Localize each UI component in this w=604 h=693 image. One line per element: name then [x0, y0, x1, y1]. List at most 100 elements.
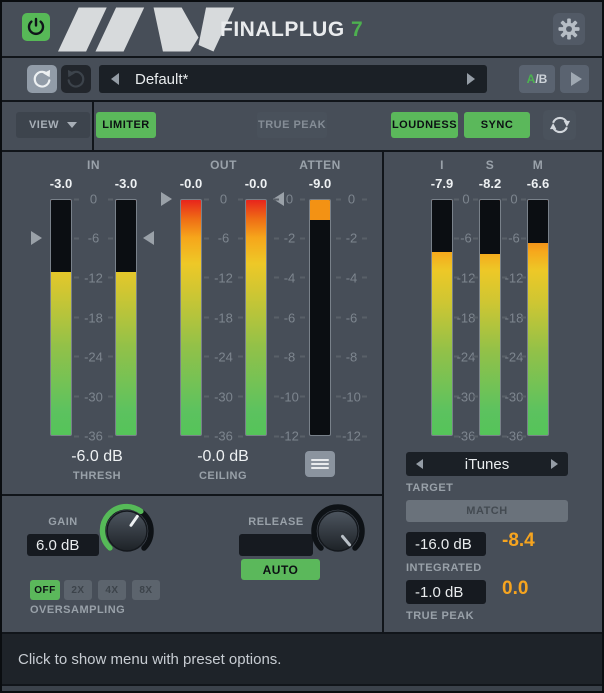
- status-bar: Click to show menu with preset options.: [2, 634, 602, 684]
- release-value-field[interactable]: [239, 534, 313, 556]
- scale-tick: -8: [274, 349, 305, 364]
- scale-tick: -30: [204, 389, 243, 404]
- limiter-toggle-button[interactable]: LIMITER: [96, 112, 156, 138]
- scale-tick: 0: [336, 192, 367, 207]
- thresh-marker-right-icon[interactable]: [143, 231, 154, 245]
- hamburger-icon: [305, 459, 335, 469]
- scale-tick: -18: [454, 310, 478, 325]
- ceiling-marker-left-icon[interactable]: [161, 192, 172, 206]
- lufs-i-value: -7.9: [417, 176, 467, 191]
- scale-tick: -6: [204, 231, 243, 246]
- plugin-version: 7: [351, 18, 363, 41]
- in-meter-left-bar: [50, 199, 72, 436]
- atten-peak-value: -9.0: [295, 176, 345, 191]
- out-peak-right: -0.0: [231, 176, 281, 191]
- ceiling-marker-left[interactable]: [161, 199, 174, 436]
- preset-name: Default*: [135, 71, 188, 88]
- undo-button[interactable]: [27, 65, 57, 93]
- true-peak-label: TRUE PEAK: [258, 119, 326, 131]
- ceiling-value-field[interactable]: -0.0 dB: [168, 448, 278, 466]
- scale-tick: 0: [274, 192, 305, 207]
- auto-release-button[interactable]: AUTO: [241, 559, 320, 580]
- out-meter-title: OUT: [180, 158, 267, 172]
- thresh-label: THRESH: [42, 470, 152, 482]
- scale-tick: -30: [502, 389, 526, 404]
- in-peak-right: -3.0: [101, 176, 151, 191]
- atten-scale-left: 0-2-4-6-8-10-12: [274, 199, 305, 436]
- view-dropdown[interactable]: VIEW: [16, 112, 90, 138]
- scale-tick: -24: [502, 349, 526, 364]
- refresh-icon: [549, 114, 571, 136]
- scale-tick: -30: [454, 389, 478, 404]
- oversampling-off-button[interactable]: OFF: [30, 580, 60, 600]
- loudness-toggle-button[interactable]: LOUDNESS: [391, 112, 458, 138]
- atten-menu-button[interactable]: [305, 451, 335, 477]
- scale-tick: -4: [274, 270, 305, 285]
- scale-tick: -2: [274, 231, 305, 246]
- oversampling-4x-button[interactable]: 4X: [98, 580, 126, 600]
- settings-button[interactable]: [553, 13, 585, 45]
- scale-tick: -36: [204, 429, 243, 444]
- oversampling-8x-button[interactable]: 8X: [132, 580, 160, 600]
- thresh-value-field[interactable]: -6.0 dB: [42, 448, 152, 466]
- chevron-down-icon: [67, 122, 77, 128]
- scale-tick: -36: [74, 429, 113, 444]
- thresh-marker-left[interactable]: [31, 199, 44, 436]
- true-peak-readout: 0.0: [502, 578, 572, 600]
- scale-tick: -30: [74, 389, 113, 404]
- oversampling-8x-label: 8X: [139, 585, 152, 596]
- scale-tick: -18: [74, 310, 113, 325]
- reset-meters-button[interactable]: [543, 110, 576, 140]
- oversampling-4x-label: 4X: [105, 585, 118, 596]
- true-peak-label: TRUE PEAK: [406, 610, 474, 622]
- auto-label: AUTO: [263, 563, 299, 577]
- match-button[interactable]: MATCH: [406, 500, 568, 522]
- gain-knob[interactable]: [95, 499, 159, 563]
- match-label: MATCH: [466, 505, 507, 517]
- true-peak-toggle-button[interactable]: TRUE PEAK: [257, 112, 327, 138]
- lufs-m-bar: [527, 199, 549, 436]
- play-preview-button[interactable]: [560, 65, 589, 93]
- true-peak-target-field[interactable]: -1.0 dB: [406, 580, 486, 604]
- atten-meter-title: ATTEN: [282, 158, 358, 172]
- release-knob[interactable]: [306, 499, 370, 563]
- oversampling-2x-button[interactable]: 2X: [64, 580, 92, 600]
- target-selector[interactable]: iTunes: [406, 452, 568, 476]
- scale-tick: -12: [74, 270, 113, 285]
- lufs-s-title: S: [465, 158, 515, 172]
- sync-toggle-button[interactable]: SYNC: [464, 112, 530, 138]
- scale-tick: -6: [502, 231, 526, 246]
- scale-tick: -24: [454, 349, 478, 364]
- target-next-icon[interactable]: [551, 459, 558, 469]
- integrated-label: INTEGRATED: [406, 562, 482, 574]
- power-icon: [26, 17, 46, 37]
- preset-prev-icon[interactable]: [111, 73, 119, 85]
- power-button[interactable]: [22, 13, 50, 41]
- scale-tick: -6: [454, 231, 478, 246]
- preset-selector[interactable]: Default*: [99, 65, 487, 93]
- thresh-marker-left-icon[interactable]: [31, 231, 42, 245]
- preset-next-icon[interactable]: [467, 73, 475, 85]
- header-bar: FINALPLUG 7: [2, 2, 602, 56]
- view-label: VIEW: [29, 119, 59, 131]
- integrated-readout: -8.4: [502, 530, 572, 552]
- out-meter-right-bar: [245, 199, 267, 436]
- target-prev-icon[interactable]: [416, 459, 423, 469]
- redo-button[interactable]: [61, 65, 91, 93]
- scale-tick: -12: [274, 429, 305, 444]
- scale-tick: -18: [502, 310, 526, 325]
- in-peak-left: -3.0: [36, 176, 86, 191]
- oversampling-off-label: OFF: [34, 585, 56, 596]
- integrated-target-field[interactable]: -16.0 dB: [406, 532, 486, 556]
- scale-tick: -36: [454, 429, 478, 444]
- redo-icon: [65, 68, 87, 90]
- gain-value-field[interactable]: 6.0 dB: [27, 534, 99, 556]
- scale-tick: -10: [274, 389, 305, 404]
- ab-label-rest: /B: [535, 72, 547, 86]
- lufs-scale-1: 0-6-12-18-24-30-36: [454, 199, 478, 436]
- target-label: TARGET: [406, 482, 453, 494]
- out-meter-scale: 0-6-12-18-24-30-36: [204, 199, 243, 436]
- lufs-i-bar: [431, 199, 453, 436]
- thresh-marker-right[interactable]: [143, 199, 156, 436]
- ab-compare-button[interactable]: A/B: [519, 65, 555, 93]
